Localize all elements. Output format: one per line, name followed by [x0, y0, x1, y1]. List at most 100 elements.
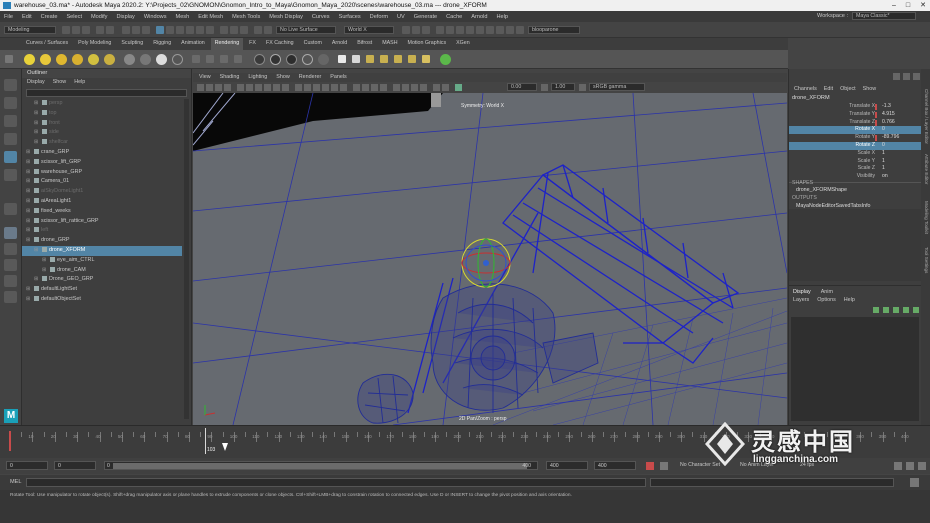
render-frame-icon[interactable] — [254, 26, 262, 34]
shelf-tab-fx[interactable]: FX — [245, 38, 260, 50]
layers-menu[interactable]: Layers — [793, 297, 809, 303]
directional-light-icon[interactable] — [40, 54, 51, 65]
channel-attribute[interactable]: Rotate Z0 — [789, 142, 921, 150]
close-button[interactable]: ✕ — [920, 0, 926, 11]
undo-icon[interactable] — [96, 26, 104, 34]
shelf-tab-curves-surfaces[interactable]: Curves / Surfaces — [22, 38, 72, 50]
expand-toggle-icon[interactable]: ⊞ — [26, 158, 30, 168]
expand-toggle-icon[interactable]: ⊞ — [26, 217, 30, 227]
ipr-render-icon[interactable] — [264, 26, 272, 34]
channel-attribute[interactable]: Rotate X0 — [789, 126, 921, 135]
outliner-item[interactable]: ⊞ aiSkyDomeLight1 — [22, 187, 182, 197]
outliner-item[interactable]: ⊞ drone_XFORM — [22, 245, 182, 256]
arnold-sky-icon[interactable] — [286, 54, 297, 65]
arnold-photometric-light-icon[interactable] — [394, 55, 402, 63]
channel-box-toggle-icon[interactable] — [893, 73, 900, 80]
menu-edit-mesh[interactable]: Edit Mesh — [198, 14, 223, 20]
construction-history-icon[interactable] — [240, 26, 248, 34]
render-view-icon[interactable] — [436, 26, 444, 34]
symmetry-dropdown[interactable]: World X — [344, 26, 394, 34]
expand-toggle-icon[interactable]: ⊞ — [34, 246, 38, 256]
mel-input[interactable] — [26, 478, 646, 487]
ambient-light-icon[interactable] — [88, 54, 99, 65]
sculpt-icon[interactable] — [402, 26, 410, 34]
camera-field[interactable]: blooparone — [528, 26, 580, 34]
snap-view-plane-icon[interactable] — [196, 26, 204, 34]
attribute-value[interactable]: 0 — [877, 126, 919, 134]
redo-icon[interactable] — [106, 26, 114, 34]
outliner-item[interactable]: ⊞ Camera_01 — [22, 177, 182, 187]
expand-toggle-icon[interactable]: ⊞ — [26, 285, 30, 295]
menu-display[interactable]: Display — [116, 14, 134, 20]
wireframe-icon[interactable] — [295, 84, 302, 91]
menu-modify[interactable]: Modify — [91, 14, 107, 20]
layer-help-menu[interactable]: Help — [844, 297, 855, 303]
render-layer-icon[interactable] — [338, 55, 346, 63]
new-layer-selected-icon[interactable] — [883, 307, 889, 313]
select-component-icon[interactable] — [142, 26, 150, 34]
channel-attribute[interactable]: Scale X1 — [789, 150, 921, 158]
area-light-icon[interactable] — [72, 54, 83, 65]
film-gate-icon[interactable] — [246, 84, 253, 91]
menu-surfaces[interactable]: Surfaces — [339, 14, 361, 20]
persp-outliner-layout-icon[interactable] — [4, 259, 17, 271]
transform-constraint-icon[interactable] — [422, 26, 430, 34]
save-scene-icon[interactable] — [82, 26, 90, 34]
outliner-item[interactable]: ⊞ drone_GRP — [22, 236, 182, 246]
scene-start-field[interactable]: 0 — [6, 461, 48, 470]
hypershade-shelf-icon[interactable] — [318, 54, 329, 65]
menu-edit[interactable]: Edit — [22, 14, 32, 20]
outliner-item[interactable]: ⊞ persp — [22, 99, 182, 109]
shelf-tab-arnold[interactable]: Arnold — [328, 38, 351, 50]
resolution-gate-icon[interactable] — [255, 84, 262, 91]
layer-tab-display[interactable]: Display — [793, 289, 811, 295]
expand-toggle-icon[interactable]: ⊞ — [34, 109, 38, 119]
grease-pencil-icon[interactable] — [433, 84, 440, 91]
expand-toggle-icon[interactable]: ⊞ — [26, 236, 30, 246]
lambert-material-icon[interactable] — [140, 54, 151, 65]
menu-uv[interactable]: UV — [397, 14, 405, 20]
node-editor-icon[interactable] — [516, 26, 524, 34]
attribute-value[interactable]: 1 — [877, 158, 919, 166]
attribute-value[interactable]: on — [877, 173, 919, 181]
channel-attribute[interactable]: Translate Z 0.766 — [789, 119, 921, 127]
arnold-mesh-light-icon[interactable] — [380, 55, 388, 63]
render-settings-icon[interactable] — [446, 26, 454, 34]
attribute-value[interactable]: 1 — [877, 165, 919, 173]
expand-toggle-icon[interactable]: ⊞ — [42, 256, 46, 266]
attribute-value[interactable]: 0 — [877, 142, 919, 150]
outliner-item[interactable]: ⊞ warehouse_GRP — [22, 168, 182, 178]
attribute-value[interactable]: 4.915 — [877, 111, 919, 119]
move-tool-icon[interactable] — [4, 133, 17, 145]
edit-menu[interactable]: Edit — [824, 85, 833, 94]
outliner-item[interactable]: ⊞ drone_CAM — [22, 266, 182, 276]
shelf-tab-rendering[interactable]: Rendering — [210, 38, 244, 50]
shelf-tab-sculpting[interactable]: Sculpting — [117, 38, 147, 50]
attribute-value[interactable]: 0.766 — [877, 119, 919, 127]
render-setup-icon[interactable] — [352, 55, 360, 63]
snap-point-icon[interactable] — [186, 26, 194, 34]
image-plane-icon[interactable] — [224, 84, 231, 91]
viewport-menu-show[interactable]: Show — [276, 73, 290, 82]
playback-end-field[interactable]: 400 — [546, 461, 588, 470]
expand-toggle-icon[interactable]: ⊞ — [34, 128, 38, 138]
expand-toggle-icon[interactable]: ⊞ — [34, 119, 38, 129]
four-view-layout-icon[interactable] — [4, 243, 17, 255]
tool-settings-toggle-icon[interactable] — [913, 73, 920, 80]
attribute-value[interactable]: -1.3 — [877, 103, 919, 111]
grid-toggle-icon[interactable] — [237, 84, 244, 91]
hypershade-icon[interactable] — [456, 26, 464, 34]
graph-editor-icon[interactable] — [506, 26, 514, 34]
expand-toggle-icon[interactable]: ⊞ — [26, 207, 30, 217]
snap-curve-icon[interactable] — [176, 26, 184, 34]
outliner-item[interactable]: ⊞ defaultLightSet — [22, 285, 182, 295]
show-menu[interactable]: Show — [863, 85, 877, 94]
minimize-button[interactable]: – — [892, 0, 896, 11]
menu-generate[interactable]: Generate — [414, 14, 437, 20]
menu-windows[interactable]: Windows — [144, 14, 167, 20]
backface-culling-icon[interactable] — [420, 84, 427, 91]
expand-toggle-icon[interactable]: ⊞ — [34, 275, 38, 285]
outliner-item[interactable]: ⊞ fixed_weeks — [22, 207, 182, 217]
last-tool-icon[interactable] — [4, 203, 17, 215]
use-all-lights-icon[interactable] — [331, 84, 338, 91]
